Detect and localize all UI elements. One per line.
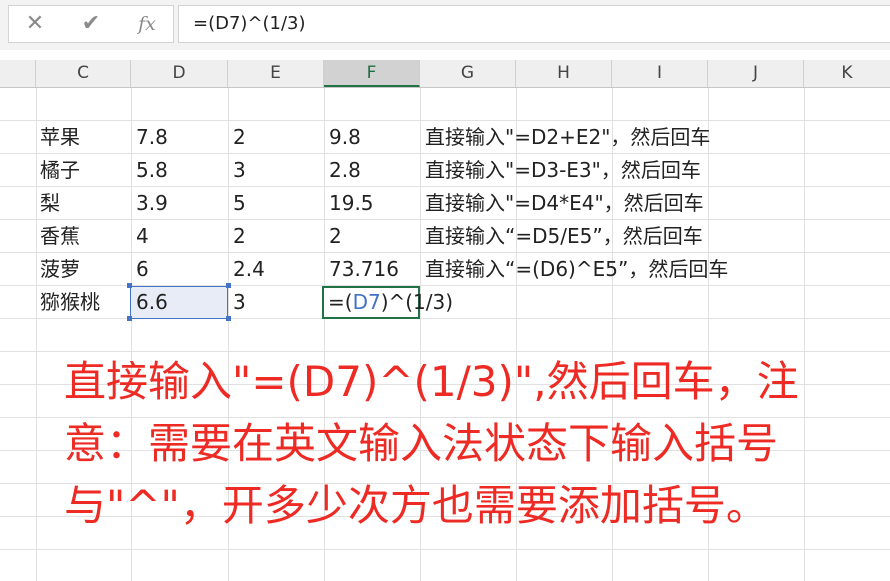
cell-c3[interactable]: 橘子 bbox=[40, 154, 80, 186]
cell-d5[interactable]: 4 bbox=[136, 220, 149, 252]
column-header-d[interactable]: D bbox=[131, 60, 228, 87]
cell-d3[interactable]: 5.8 bbox=[136, 154, 168, 186]
cell-g6[interactable]: 直接输入“=(D6)^E5”，然后回车 bbox=[425, 253, 728, 285]
cell-e2[interactable]: 2 bbox=[233, 121, 246, 153]
column-header-i[interactable]: I bbox=[612, 60, 708, 87]
cell-f4[interactable]: 19.5 bbox=[329, 187, 374, 219]
formula-input[interactable]: =(D7)^(1/3) bbox=[178, 5, 890, 43]
reference-handle[interactable] bbox=[226, 283, 231, 288]
cell-f2[interactable]: 9.8 bbox=[329, 121, 361, 153]
cell-e5[interactable]: 2 bbox=[233, 220, 246, 252]
cell-e3[interactable]: 3 bbox=[233, 154, 246, 186]
reference-handle[interactable] bbox=[127, 316, 132, 321]
column-header-c[interactable]: C bbox=[36, 60, 131, 87]
reference-handle[interactable] bbox=[127, 283, 132, 288]
formula-suffix: )^(1/3) bbox=[380, 290, 454, 314]
cell-d2[interactable]: 7.8 bbox=[136, 121, 168, 153]
cell-e7[interactable]: 3 bbox=[233, 286, 246, 318]
column-header-b-partial[interactable] bbox=[0, 60, 36, 87]
column-header-j[interactable]: J bbox=[708, 60, 804, 87]
cancel-icon[interactable]: ✕ bbox=[13, 6, 57, 42]
insert-function-icon[interactable]: fx bbox=[125, 6, 169, 42]
cell-f7-editor[interactable]: =(D7)^(1/3) bbox=[328, 286, 453, 318]
annotation-line-2: 意：需要在英文输入法状态下输入括号 bbox=[64, 419, 779, 468]
cell-f6[interactable]: 73.716 bbox=[329, 253, 399, 285]
cell-d4[interactable]: 3.9 bbox=[136, 187, 168, 219]
cell-c5[interactable]: 香蕉 bbox=[40, 220, 80, 252]
cell-g2[interactable]: 直接输入"=D2+E2"，然后回车 bbox=[425, 121, 710, 153]
cell-c6[interactable]: 菠萝 bbox=[40, 253, 80, 285]
cell-d7[interactable]: 6.6 bbox=[136, 286, 168, 318]
reference-handle[interactable] bbox=[226, 316, 231, 321]
cell-g3[interactable]: 直接输入"=D3-E3"，然后回车 bbox=[425, 154, 701, 186]
column-header-h[interactable]: H bbox=[516, 60, 612, 87]
column-header-k[interactable]: K bbox=[804, 60, 890, 87]
formula-buttons: ✕ ✔ fx bbox=[8, 5, 174, 43]
column-header-e[interactable]: E bbox=[228, 60, 324, 87]
formula-reference: D7 bbox=[352, 290, 381, 314]
cell-c2[interactable]: 苹果 bbox=[40, 121, 80, 153]
enter-icon[interactable]: ✔ bbox=[69, 6, 113, 42]
cell-e4[interactable]: 5 bbox=[233, 187, 246, 219]
cell-g4[interactable]: 直接输入"=D4*E4"，然后回车 bbox=[425, 187, 704, 219]
annotation-line-3: 与"^"，开多少次方也需要添加括号。 bbox=[64, 481, 768, 530]
column-header-f[interactable]: F bbox=[324, 60, 420, 87]
cell-d6[interactable]: 6 bbox=[136, 253, 149, 285]
cell-c4[interactable]: 梨 bbox=[40, 187, 60, 219]
cell-g5[interactable]: 直接输入“=D5/E5”，然后回车 bbox=[425, 220, 703, 252]
cell-f3[interactable]: 2.8 bbox=[329, 154, 361, 186]
formula-bar: ✕ ✔ fx =(D7)^(1/3) bbox=[0, 0, 890, 50]
annotation-line-1: 直接输入"=(D7)^(1/3)",然后回车，注 bbox=[64, 357, 799, 406]
cell-e6[interactable]: 2.4 bbox=[233, 253, 265, 285]
cell-f5[interactable]: 2 bbox=[329, 220, 342, 252]
cell-c7[interactable]: 猕猴桃 bbox=[40, 286, 100, 318]
column-header-bar: C D E F G H I J K bbox=[0, 60, 890, 88]
formula-prefix: =( bbox=[328, 290, 353, 314]
column-header-g[interactable]: G bbox=[420, 60, 516, 87]
